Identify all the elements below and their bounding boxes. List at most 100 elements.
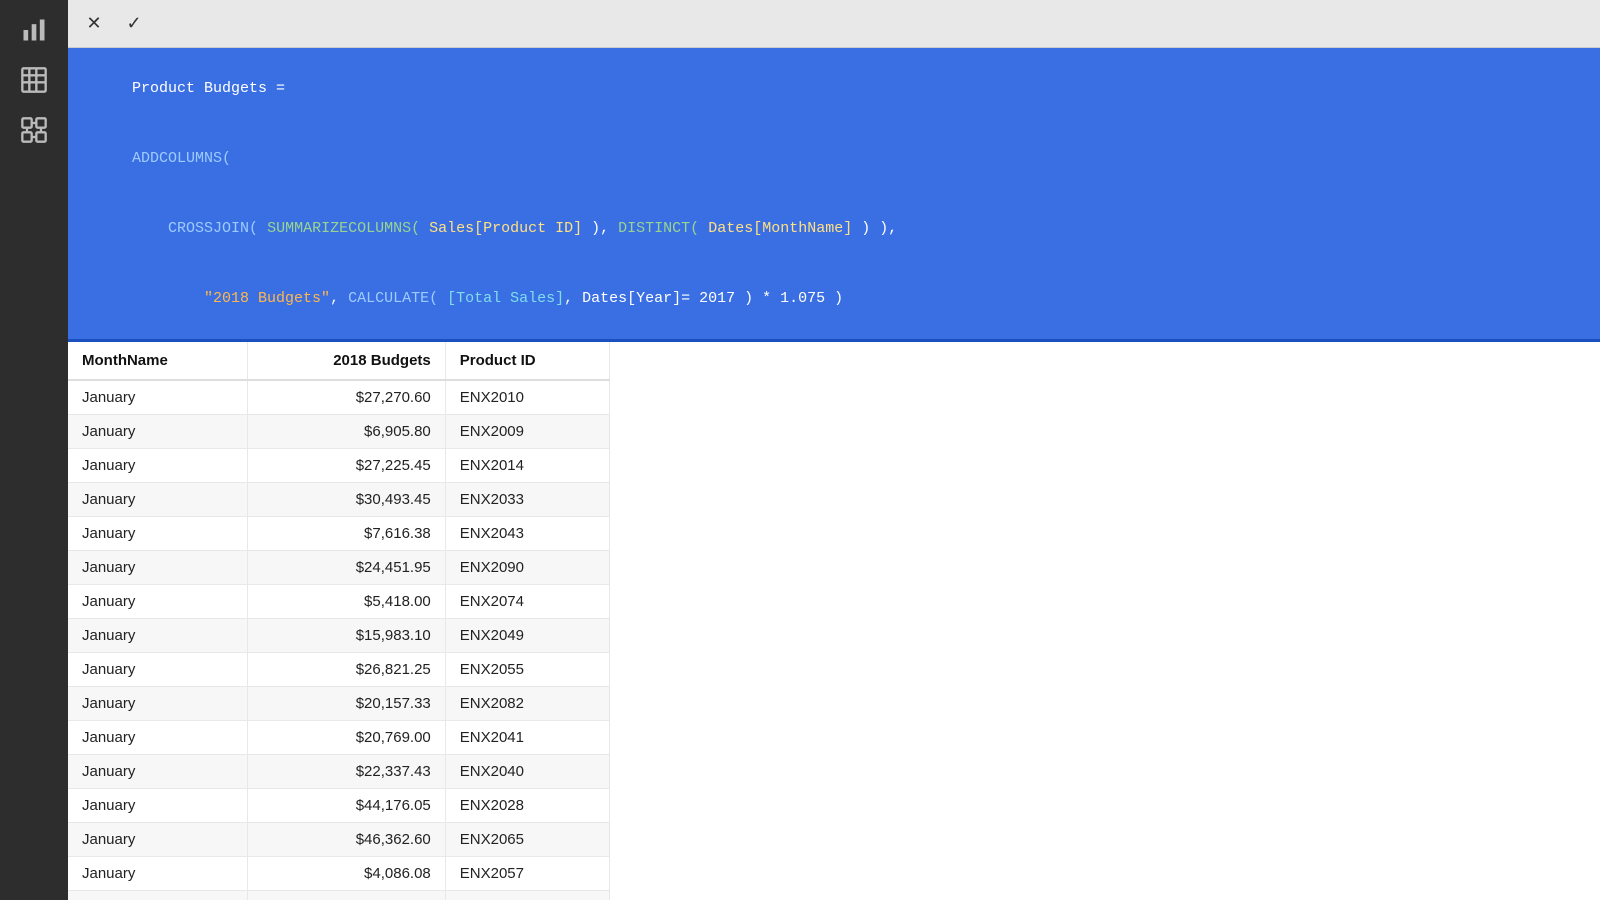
table-cell: January: [68, 380, 247, 415]
formula-dates-year: , Dates[Year]= 2017 ) * 1.075 ): [564, 290, 843, 307]
formula-space2: [420, 220, 429, 237]
table-cell: $7,616.38: [247, 517, 445, 551]
table-cell: ENX2038: [445, 891, 609, 900]
bar-chart-icon[interactable]: [12, 8, 56, 52]
table-cell: ENX2057: [445, 857, 609, 891]
formula-line-3: CROSSJOIN( SUMMARIZECOLUMNS( Sales[Produ…: [78, 194, 1590, 264]
table-cell: $15,983.10: [247, 619, 445, 653]
formula-arg-sales: Sales[Product ID]: [429, 220, 582, 237]
formula-distinct: DISTINCT(: [618, 220, 699, 237]
formula-arg-dates: Dates[MonthName]: [708, 220, 852, 237]
table-cell: ENX2090: [445, 551, 609, 585]
table-row: January$4,086.08ENX2057: [68, 857, 610, 891]
formula-indent1: [132, 220, 168, 237]
table-cell: $30,493.45: [247, 483, 445, 517]
table-cell: ENX2028: [445, 789, 609, 823]
model-icon[interactable]: [12, 108, 56, 152]
formula-close2: ) ),: [852, 220, 897, 237]
table-row: January$6,905.80ENX2009: [68, 415, 610, 449]
table-cell: January: [68, 721, 247, 755]
table-cell: $46,362.60: [247, 823, 445, 857]
table-grid-icon[interactable]: [12, 58, 56, 102]
table-cell: January: [68, 755, 247, 789]
formula-line-2: ADDCOLUMNS(: [78, 124, 1590, 194]
table-cell: $26,821.25: [247, 653, 445, 687]
table-header-row: MonthName 2018 Budgets Product ID: [68, 342, 610, 380]
table-cell: January: [68, 891, 247, 900]
table-cell: $24,451.95: [247, 551, 445, 585]
table-cell: ENX2055: [445, 653, 609, 687]
formula-space3: [699, 220, 708, 237]
table-cell: $6,905.80: [247, 415, 445, 449]
table-row: January$46,362.60ENX2065: [68, 823, 610, 857]
table-cell: $27,225.45: [247, 449, 445, 483]
table-cell: January: [68, 857, 247, 891]
table-row: January$22,337.43ENX2040: [68, 755, 610, 789]
formula-crossjoin: CROSSJOIN(: [168, 220, 258, 237]
table-row: January$7,616.38ENX2043: [68, 517, 610, 551]
table-cell: January: [68, 619, 247, 653]
table-cell: January: [68, 789, 247, 823]
table-row: January$20,769.00ENX2041: [68, 721, 610, 755]
table-cell: $20,157.33: [247, 687, 445, 721]
table-cell: January: [68, 687, 247, 721]
table-cell: $20,769.00: [247, 721, 445, 755]
table-cell: ENX2033: [445, 483, 609, 517]
table-cell: ENX2049: [445, 619, 609, 653]
table-cell: January: [68, 449, 247, 483]
formula-string-budget: "2018 Budgets": [204, 290, 330, 307]
table-cell: ENX2082: [445, 687, 609, 721]
table-row: January$5,478.20ENX2038: [68, 891, 610, 900]
table-cell: ENX2074: [445, 585, 609, 619]
table-cell: ENX2043: [445, 517, 609, 551]
sidebar: [0, 0, 68, 900]
formula-calculate: CALCULATE(: [348, 290, 438, 307]
table-cell: ENX2014: [445, 449, 609, 483]
formula-indent2: [132, 290, 204, 307]
table-cell: ENX2041: [445, 721, 609, 755]
table-row: January$5,418.00ENX2074: [68, 585, 610, 619]
table-cell: $22,337.43: [247, 755, 445, 789]
table-cell: January: [68, 585, 247, 619]
table-cell: January: [68, 823, 247, 857]
confirm-button[interactable]: ✓: [116, 6, 152, 42]
table-cell: $5,478.20: [247, 891, 445, 900]
formula-bar[interactable]: Product Budgets = ADDCOLUMNS( CROSSJOIN(…: [68, 48, 1600, 342]
col-header-productid: Product ID: [445, 342, 609, 380]
formula-var-name: Product Budgets =: [132, 80, 294, 97]
table-cell: ENX2065: [445, 823, 609, 857]
toolbar: ✕ ✓: [68, 0, 1600, 48]
formula-summarize: SUMMARIZECOLUMNS(: [267, 220, 420, 237]
table-row: January$15,983.10ENX2049: [68, 619, 610, 653]
table-cell: January: [68, 517, 247, 551]
table-cell: January: [68, 483, 247, 517]
table-cell: $5,418.00: [247, 585, 445, 619]
table-row: January$27,225.45ENX2014: [68, 449, 610, 483]
formula-total-sales: [Total Sales]: [447, 290, 564, 307]
formula-line-1: Product Budgets =: [78, 54, 1590, 124]
formula-comma: ,: [330, 290, 348, 307]
formula-space1: [258, 220, 267, 237]
table-row: January$44,176.05ENX2028: [68, 789, 610, 823]
formula-line-4: "2018 Budgets", CALCULATE( [Total Sales]…: [78, 263, 1590, 333]
table-cell: ENX2040: [445, 755, 609, 789]
table-body: January$27,270.60ENX2010January$6,905.80…: [68, 380, 610, 900]
table-header: MonthName 2018 Budgets Product ID: [68, 342, 610, 380]
table-cell: January: [68, 415, 247, 449]
formula-space4: [438, 290, 447, 307]
table-cell: January: [68, 551, 247, 585]
formula-close1: ),: [582, 220, 618, 237]
table-row: January$20,157.33ENX2082: [68, 687, 610, 721]
table-cell: $27,270.60: [247, 380, 445, 415]
data-table: MonthName 2018 Budgets Product ID Januar…: [68, 342, 610, 900]
cancel-button[interactable]: ✕: [76, 6, 112, 42]
col-header-budgets: 2018 Budgets: [247, 342, 445, 380]
table-cell: ENX2009: [445, 415, 609, 449]
table-cell: $44,176.05: [247, 789, 445, 823]
table-row: January$30,493.45ENX2033: [68, 483, 610, 517]
table-cell: ENX2010: [445, 380, 609, 415]
table-container: MonthName 2018 Budgets Product ID Januar…: [68, 342, 1600, 900]
table-row: January$26,821.25ENX2055: [68, 653, 610, 687]
table-row: January$24,451.95ENX2090: [68, 551, 610, 585]
table-cell: $4,086.08: [247, 857, 445, 891]
